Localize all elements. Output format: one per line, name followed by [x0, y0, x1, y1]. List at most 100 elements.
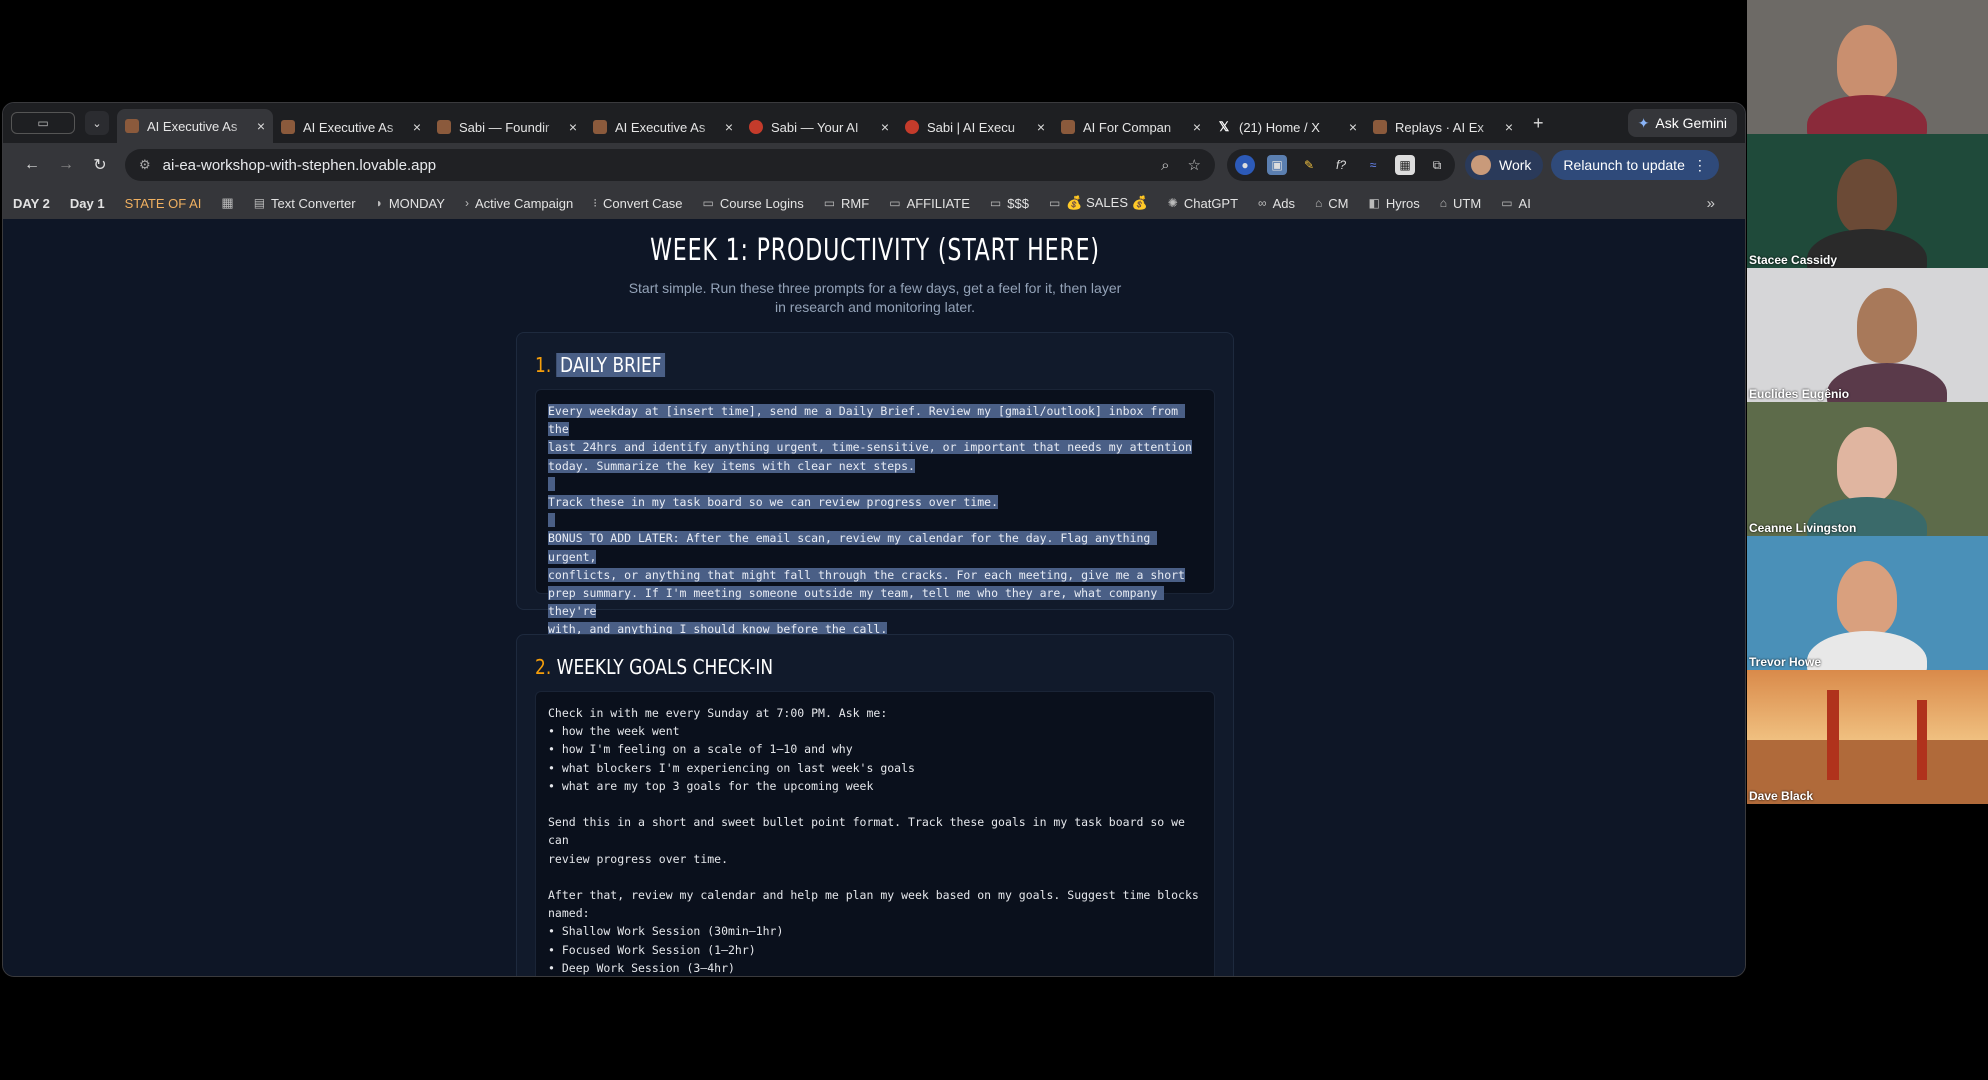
prompt-line: After that, review my calendar and help …: [548, 888, 1199, 902]
bookmark-item[interactable]: ◗ MONDAY: [376, 196, 445, 211]
address-bar[interactable]: ⚙ ai-ea-workshop-with-stephen.lovable.ap…: [125, 149, 1215, 181]
url-text[interactable]: ai-ea-workshop-with-stephen.lovable.app: [163, 157, 1143, 174]
bookmark-item[interactable]: DAY 2: [13, 196, 50, 211]
bookmark-item[interactable]: ▭ $$$: [990, 196, 1029, 211]
extensions-puzzle-icon[interactable]: ⧉: [1427, 155, 1447, 175]
bookmark-item[interactable]: ▤ Text Converter: [254, 196, 356, 211]
ask-gemini-label: Ask Gemini: [1655, 115, 1727, 131]
close-icon[interactable]: ×: [1349, 119, 1357, 135]
more-menu-icon[interactable]: ⋮: [1693, 157, 1707, 174]
participant-video-tile[interactable]: Ceanne Livingston: [1747, 402, 1988, 536]
profile-button[interactable]: Work: [1465, 150, 1544, 180]
bookmark-item[interactable]: STATE OF AI: [125, 196, 202, 211]
bookmark-item[interactable]: ▭ Course Logins: [703, 196, 804, 211]
bookmark-item[interactable]: ▭ RMF: [824, 196, 870, 211]
prompt-line: • how the week went: [548, 724, 680, 739]
tab-favicon-icon: [593, 120, 607, 134]
cm-icon: ⌂: [1315, 196, 1323, 210]
close-icon[interactable]: ×: [725, 119, 733, 135]
zoom-icon[interactable]: ⌕: [1161, 157, 1169, 174]
chevron-down-icon[interactable]: ⌄: [85, 111, 109, 135]
close-icon[interactable]: ×: [569, 119, 577, 135]
bookmark-star-icon[interactable]: ☆: [1188, 156, 1201, 174]
browser-tab[interactable]: AI Executive As ×: [273, 111, 429, 143]
browser-tab[interactable]: Sabi — Your AI ×: [741, 111, 897, 143]
participant-video-tile[interactable]: Euclides Eugênio: [1747, 268, 1988, 402]
prompt-text-block[interactable]: Every weekday at [insert time], send me …: [535, 389, 1215, 637]
avatar: [1471, 155, 1491, 175]
apps-grid-icon[interactable]: ▦: [221, 195, 233, 211]
participant-video-feed: [1837, 159, 1897, 234]
reload-icon[interactable]: ↻: [83, 155, 117, 175]
tab-bar: ▭ ⌄ AI Executive As × AI Executive As × Sabi…: [3, 103, 1745, 143]
participant-video-tile[interactable]: Dave Black: [1747, 670, 1988, 804]
page-content: WEEK 1: PRODUCTIVITY (START HERE) Start …: [3, 219, 1745, 976]
browser-tab[interactable]: AI Executive As ×: [117, 109, 273, 143]
bookmark-item[interactable]: ▭ AFFILIATE: [889, 196, 970, 211]
participant-video-tile[interactable]: Stacee Cassidy: [1747, 134, 1988, 268]
prompt-card-weekly-goals: 2. WEEKLY GOALS CHECK-IN Check in with m…: [516, 634, 1234, 976]
bookmark-item[interactable]: Day 1: [70, 196, 105, 211]
bridge-tower: [1917, 700, 1927, 780]
browser-tab[interactable]: 𝕏 (21) Home / X ×: [1209, 111, 1365, 143]
grid-extension-icon[interactable]: ▦: [1395, 155, 1415, 175]
link-extension-icon[interactable]: ≈: [1363, 155, 1383, 175]
tab-favicon-icon: [281, 120, 295, 134]
tab-favicon-icon: [125, 119, 139, 133]
bookmark-item[interactable]: ⌂ CM: [1315, 196, 1348, 211]
browser-tab[interactable]: AI For Compan ×: [1053, 111, 1209, 143]
section-title: DAILY BRIEF: [556, 353, 665, 377]
close-icon[interactable]: ×: [257, 118, 265, 134]
bookmark-item[interactable]: ▭ AI: [1501, 196, 1531, 211]
tab-search-icon[interactable]: ▭: [11, 112, 75, 134]
formula-extension-icon[interactable]: f?: [1331, 155, 1351, 175]
prompt-line: • what blockers I'm experiencing on last…: [548, 760, 915, 775]
browser-tab[interactable]: AI Executive As ×: [585, 111, 741, 143]
screen-extension-icon[interactable]: ▣: [1267, 155, 1287, 175]
browser-tab[interactable]: Sabi — Foundir ×: [429, 111, 585, 143]
relaunch-label: Relaunch to update: [1563, 157, 1685, 173]
bookmark-item[interactable]: ◧ Hyros: [1368, 196, 1419, 211]
gemini-icon: ✦: [1637, 114, 1650, 131]
bookmark-item[interactable]: ∞ Ads: [1258, 196, 1295, 211]
bookmark-item[interactable]: ▭ 💰 SALES 💰: [1049, 195, 1148, 211]
bookmark-item[interactable]: ⁝ Convert Case: [593, 196, 682, 211]
participant-video-tile[interactable]: [1747, 0, 1988, 134]
back-icon[interactable]: ←: [15, 156, 49, 174]
folder-icon: ▭: [823, 196, 836, 210]
prompt-line: • what are my top 3 goals for the upcomi…: [548, 778, 874, 793]
close-icon[interactable]: ×: [881, 119, 889, 135]
participant-video-tile[interactable]: Trevor Howe: [1747, 536, 1988, 670]
bookmark-label: Ads: [1272, 195, 1296, 211]
bookmark-label: MONDAY: [388, 195, 445, 211]
prompt-line: [548, 868, 1202, 886]
folder-icon: ▭: [989, 196, 1002, 210]
bookmark-item[interactable]: › Active Campaign: [465, 196, 573, 211]
close-icon[interactable]: ×: [413, 119, 421, 135]
close-icon[interactable]: ×: [1193, 119, 1201, 135]
participant-video-feed: [1837, 561, 1897, 636]
prompt-line: [548, 475, 1202, 493]
pen-extension-icon[interactable]: ✎: [1299, 155, 1319, 175]
more-bookmarks-icon[interactable]: »: [1707, 195, 1715, 212]
close-icon[interactable]: ×: [1505, 119, 1513, 135]
relaunch-button[interactable]: Relaunch to update ⋮: [1551, 150, 1719, 180]
prompt-text-block[interactable]: Check in with me every Sunday at 7:00 PM…: [535, 691, 1215, 976]
new-tab-button[interactable]: +: [1533, 113, 1544, 134]
activecampaign-icon: ›: [464, 196, 469, 210]
participant-name: Stacee Cassidy: [1749, 253, 1838, 267]
bookmark-label: Day 1: [69, 195, 105, 211]
close-icon[interactable]: ×: [1037, 119, 1045, 135]
browser-tab[interactable]: Replays · AI Ex ×: [1365, 111, 1521, 143]
participant-video-feed: [1837, 25, 1897, 100]
password-manager-icon[interactable]: ●: [1235, 155, 1255, 175]
browser-tab[interactable]: Sabi | AI Execu ×: [897, 111, 1053, 143]
section-title: WEEKLY GOALS CHECK-IN: [556, 655, 774, 679]
forward-icon[interactable]: →: [49, 156, 83, 174]
participant-name: Trevor Howe: [1749, 655, 1822, 669]
site-info-icon[interactable]: ⚙: [139, 157, 151, 173]
ask-gemini-button[interactable]: ✦ Ask Gemini: [1627, 109, 1737, 137]
bookmark-item[interactable]: ✺ ChatGPT: [1168, 196, 1238, 211]
bookmark-item[interactable]: ⌂ UTM: [1440, 196, 1481, 211]
tab-favicon-icon: [437, 120, 451, 134]
